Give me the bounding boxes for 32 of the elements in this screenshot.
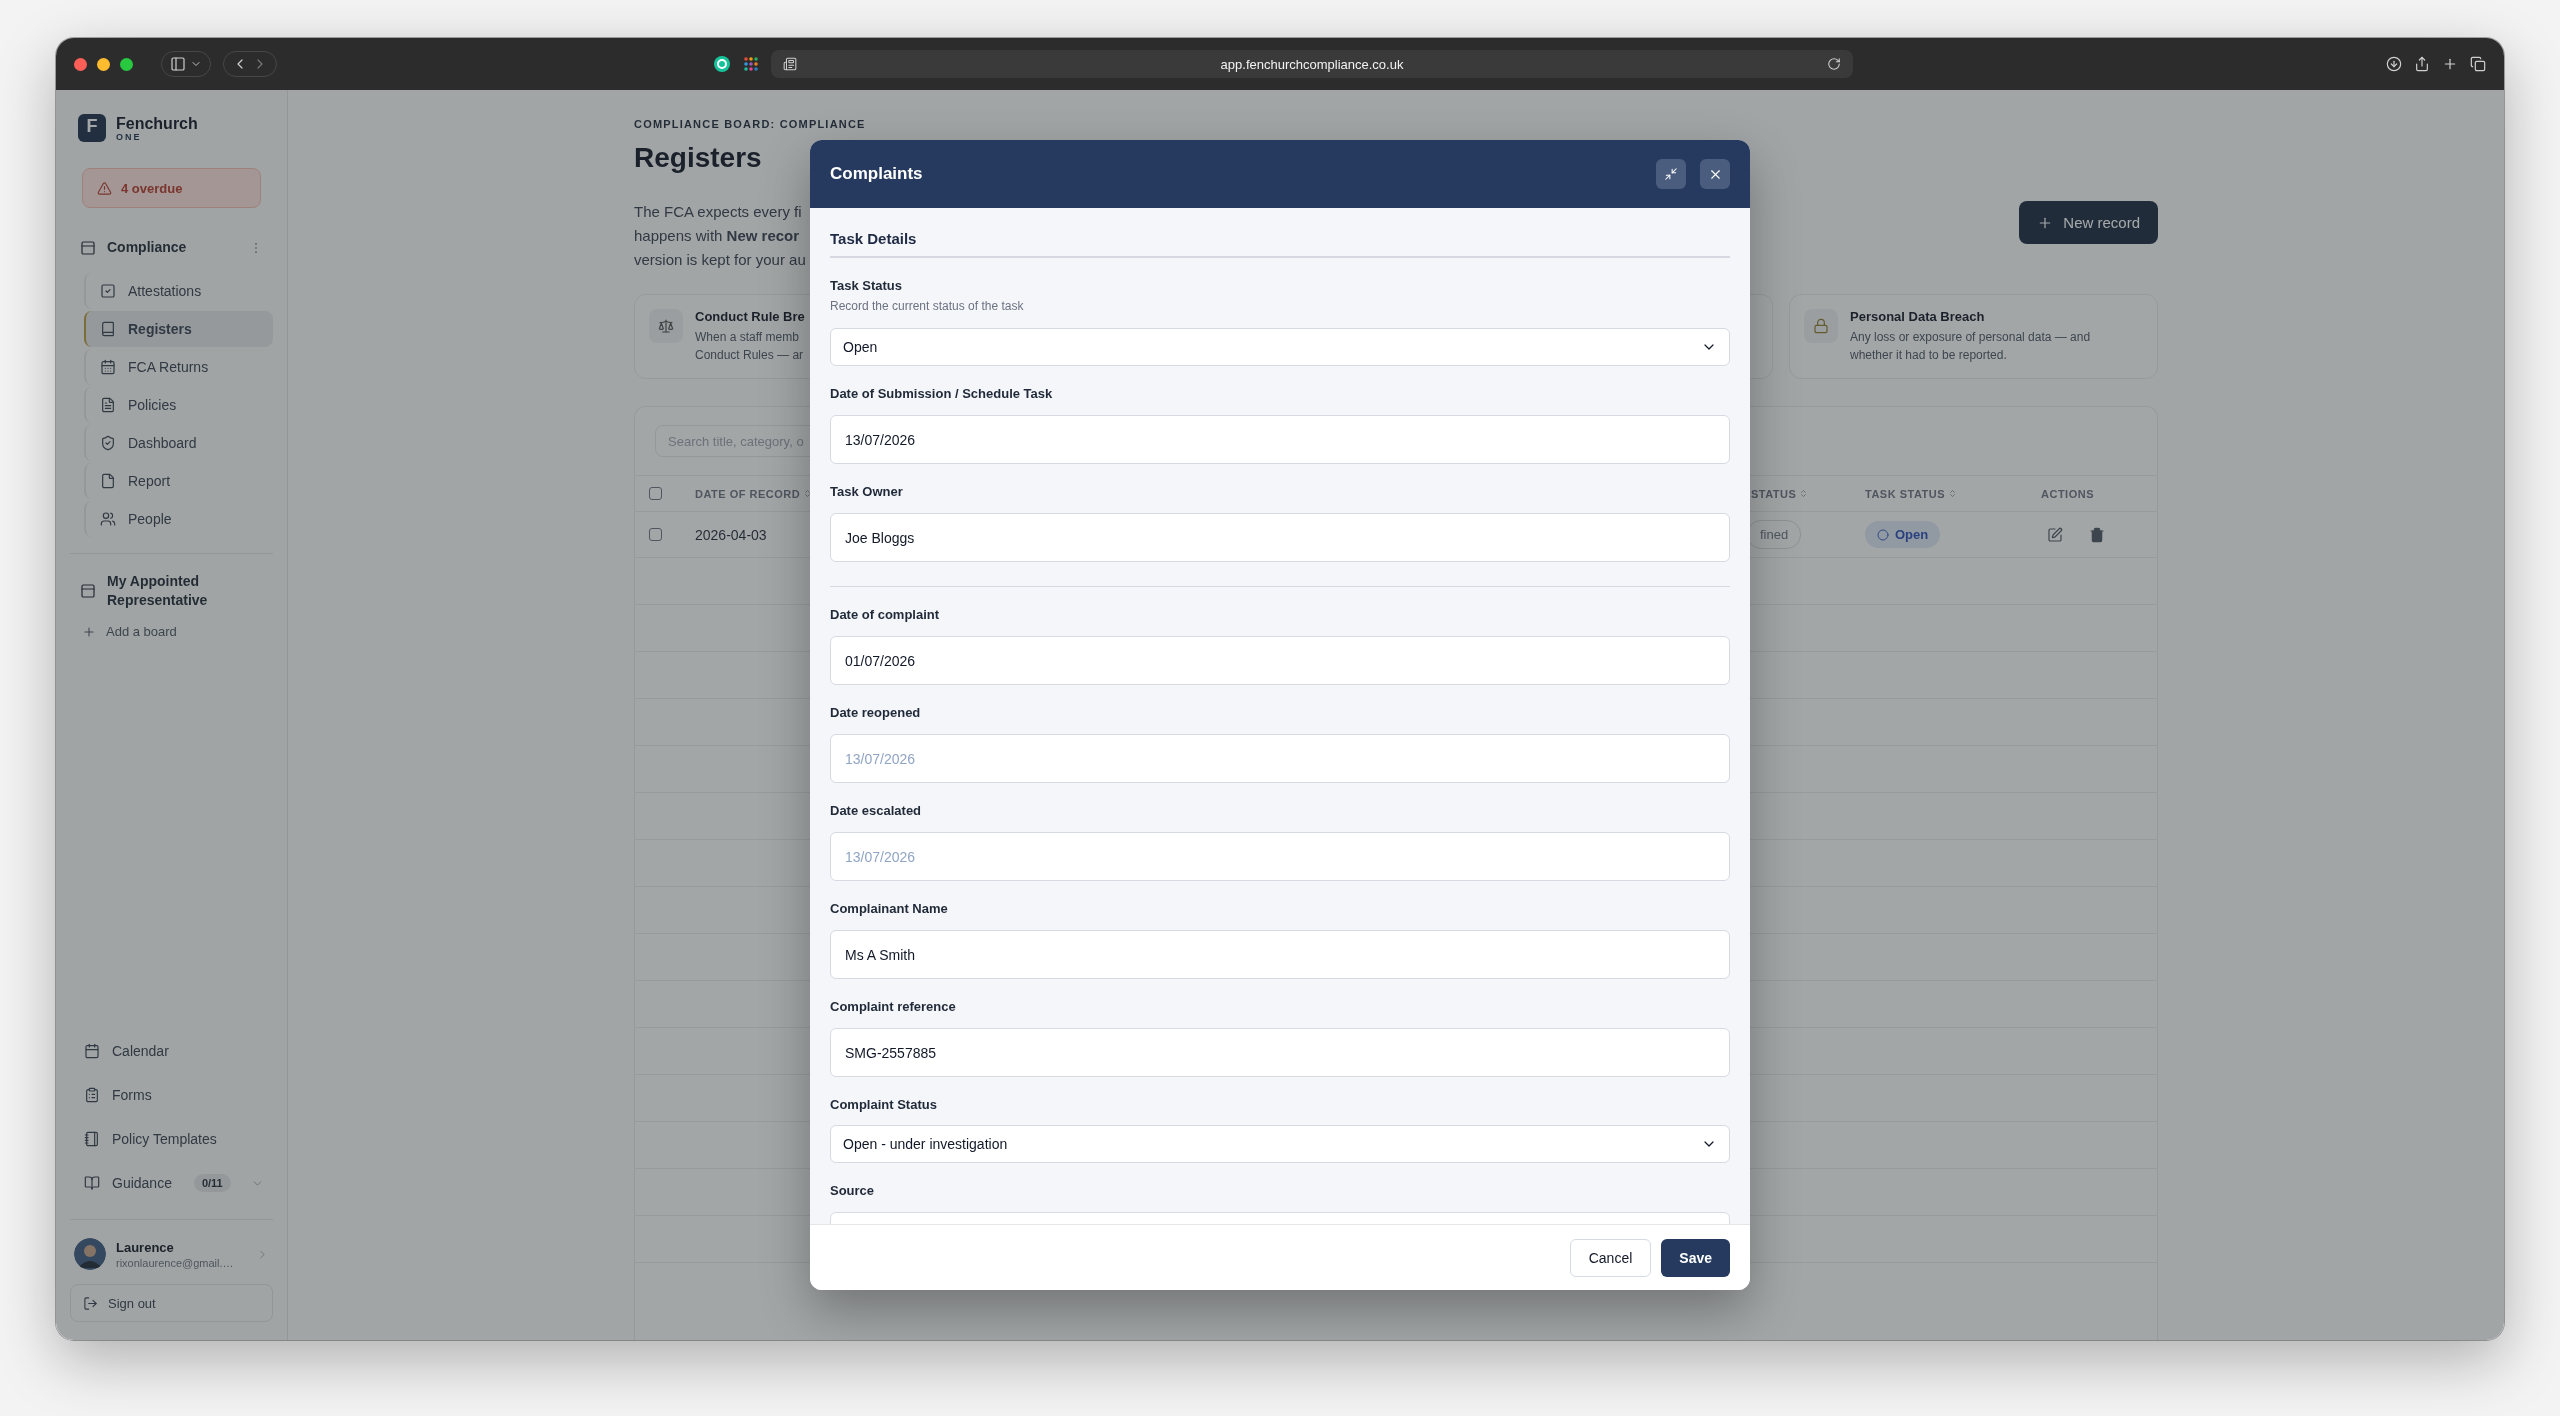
field-label: Complaint Status [830, 1097, 938, 1113]
intro-text: The FCA expects every fi [634, 202, 802, 222]
card-title: Personal Data Breach [1850, 309, 1985, 324]
section-heading: Task Details [830, 230, 1730, 258]
field-label: Date escalated [830, 803, 923, 819]
field-label: Complaint reference [830, 999, 957, 1015]
field-label: Date of Submission / Schedule Task [830, 386, 1054, 402]
field-label: Date reopened [830, 705, 922, 721]
task-status-badge: Open [1865, 521, 1941, 548]
brand-tagline: ONE [116, 131, 143, 142]
card-title: Conduct Rule Bre [695, 309, 805, 324]
card-description: Any loss or exposure of personal data — and [1850, 329, 2091, 346]
card-description: Conduct Rules — ar [695, 347, 804, 364]
field-label: Date of complaint [830, 607, 941, 623]
progress-count: 0/11 [193, 1174, 231, 1192]
field-help: Record the current status of the task [830, 299, 1025, 313]
user-name: Laurence [116, 1239, 175, 1255]
card-description: whether it had to be reported. [1850, 347, 2007, 364]
breadcrumb: COMPLIANCE BOARD: COMPLIANCE [634, 118, 866, 130]
field-label: Complainant Name [830, 901, 949, 917]
table-cell: 2026-04-03 [695, 526, 767, 543]
field-label: Task Owner [830, 484, 904, 500]
card-description: When a staff memb [695, 329, 799, 346]
intro-text: version is kept for your au [634, 250, 806, 270]
user-email: rixonlaurence@gmail.… [116, 1256, 235, 1269]
brand-name: Fenchurch [116, 114, 198, 132]
page-title: Registers [634, 142, 763, 174]
dialog-title: Complaints [830, 164, 924, 184]
intro-text: happens with New recor [634, 226, 800, 246]
field-label: Source [830, 1183, 876, 1199]
field-label: Task Status [830, 278, 903, 294]
logo: F [78, 114, 106, 142]
